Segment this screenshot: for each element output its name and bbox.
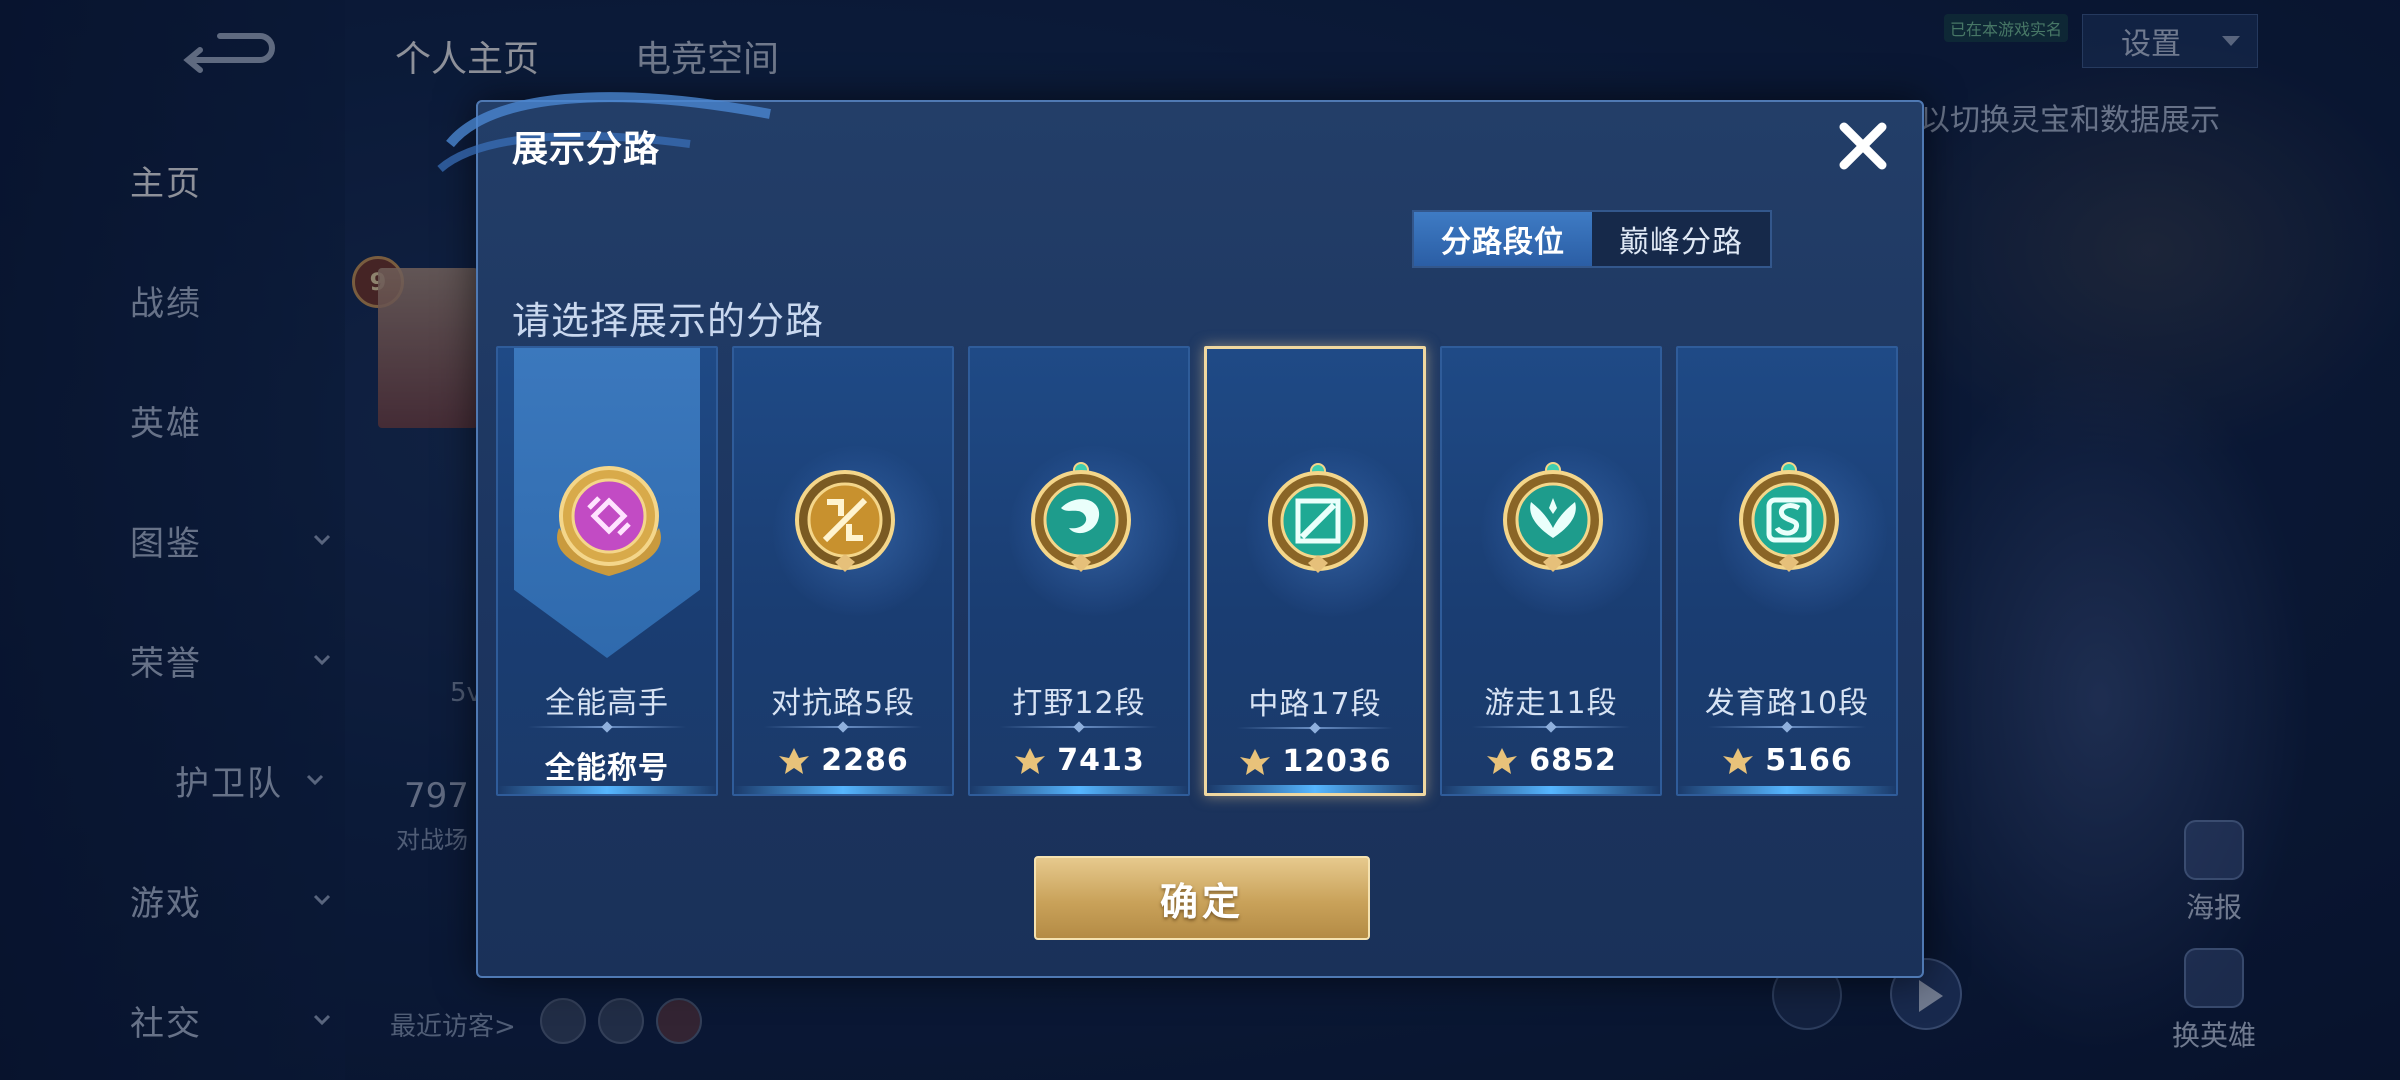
lane-card-title: 对抗路5段 [770,686,916,721]
divider [1000,726,1158,728]
divider [764,726,922,728]
confirm-button[interactable]: 确定 [1034,856,1370,940]
lane-card-farm[interactable]: 发育路10段 5166 [1676,346,1898,796]
close-icon [1839,122,1887,170]
clash-lane-badge-icon [773,446,943,616]
all-round-badge-icon [549,458,669,588]
divider [1472,726,1630,728]
lane-card-title: 中路17段 [1248,687,1382,722]
lane-mode-segmented-control: 分路段位 巅峰分路 [1412,210,1772,268]
lane-card-value-row: 6852 [1442,743,1660,778]
lane-card-title: 发育路10段 [1704,686,1870,721]
lane-card-value: 12036 [1282,744,1392,779]
lane-card-value: 6852 [1529,743,1617,778]
lane-card-value-row: 5166 [1678,743,1896,778]
rank-points-icon [779,747,810,774]
lane-card-title: 全能高手 [545,686,669,721]
select-lane-prompt: 请选择展示的分路 [512,299,825,343]
tab-peak-lane[interactable]: 巅峰分路 [1592,212,1770,266]
lane-card-roam[interactable]: 游走11段 6852 [1440,346,1662,796]
divider [1237,727,1393,729]
divider [1708,726,1866,728]
farm-lane-badge-icon [1717,446,1887,616]
lane-card-value-row: 7413 [970,743,1188,778]
lane-display-dialog: 展示分路 分路段位 巅峰分路 请选择展示的分路 全能高手 全能称号 对抗路5段 … [437,92,1924,978]
lane-card-mid[interactable]: 中路17段 12036 [1204,346,1426,796]
lane-card-title: 游走11段 [1484,686,1618,721]
close-button[interactable] [1833,116,1893,176]
lane-card-value: 全能称号 [545,751,669,786]
divider [528,726,686,728]
mid-lane-badge-icon [1246,447,1416,617]
lane-card-value-row: 全能称号 [498,743,716,787]
roam-badge-icon [1481,446,1651,616]
lane-card-clash[interactable]: 对抗路5段 2286 [732,346,954,796]
lane-card-value: 2286 [821,743,909,778]
rank-points-icon [1015,747,1046,774]
rank-points-icon [1240,748,1271,775]
lane-card-value-row: 12036 [1207,744,1423,779]
jungle-badge-icon [1009,446,1179,616]
lane-card-value-row: 2286 [734,743,952,778]
lane-card-title: 打野12段 [1012,686,1146,721]
dialog-title: 展示分路 [512,129,661,170]
rank-points-icon [1723,747,1754,774]
tab-lane-rank[interactable]: 分路段位 [1414,212,1592,266]
lane-card-jungle[interactable]: 打野12段 7413 [968,346,1190,796]
lane-card-value: 5166 [1765,743,1853,778]
lane-card-all-round[interactable]: 全能高手 全能称号 [496,346,718,796]
rank-points-icon [1487,747,1518,774]
lane-card-value: 7413 [1057,743,1145,778]
